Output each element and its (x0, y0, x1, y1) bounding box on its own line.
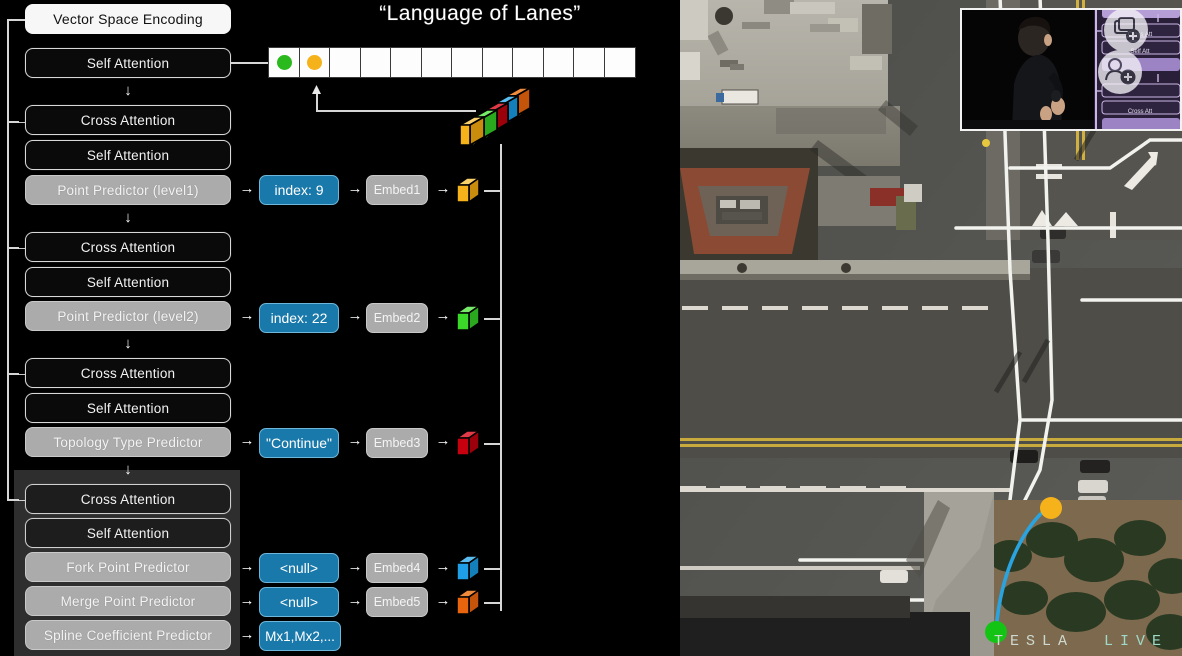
block-self-attention-2[interactable]: Self Attention (25, 140, 231, 170)
block-self-attention-0[interactable]: Self Attention (25, 48, 231, 78)
embedding-cube-orange (455, 588, 480, 615)
presenter-video-pip[interactable]: Cross Att Self Att Cross Att (960, 8, 1182, 131)
slide-root: “Language of Lanes” → → → → Vector Space… (0, 0, 1182, 656)
embedding-cube-red (455, 429, 480, 456)
embedding-token-stack (456, 86, 534, 146)
embed-pill-4[interactable]: Embed4 (366, 553, 428, 583)
block-cross-attention-10[interactable]: Cross Attention (25, 484, 231, 514)
token-cell-8[interactable] (512, 47, 544, 78)
embed-pill-1[interactable]: Embed1 (366, 175, 428, 205)
pill-to-embed-arrow-1-icon: → (347, 180, 363, 197)
cube-4-collector-line (484, 568, 501, 570)
embed-pill-5[interactable]: Embed5 (366, 587, 428, 617)
secondary-marker (982, 139, 990, 147)
pred-to-pill-arrow-4-icon: → (239, 558, 255, 575)
token-sequence-strip[interactable] (268, 47, 636, 78)
embed-to-cube-arrow-3-icon: → (435, 432, 451, 449)
output-pill-fork-null[interactable]: <null> (259, 553, 339, 583)
flow-arrow-down-1-icon: ↓ (124, 82, 132, 99)
embedding-cube-yellow (455, 176, 480, 203)
cube-collector-bus (500, 160, 502, 611)
pred-to-pill-arrow-6-icon: → (239, 626, 255, 643)
block-self-attention-5[interactable]: Self Attention (25, 267, 231, 297)
block-fork-point-predictor[interactable]: Fork Point Predictor (25, 552, 231, 582)
block-point-predictor-level2[interactable]: Point Predictor (level2) (25, 301, 231, 331)
selfattn-to-strip-line (230, 62, 270, 64)
embed-to-cube-arrow-2-icon: → (435, 307, 451, 324)
stack-to-strip-vertical (316, 92, 318, 112)
pill-to-embed-arrow-3-icon: → (347, 432, 363, 449)
embed-pill-2[interactable]: Embed2 (366, 303, 428, 333)
embedding-cube-green (455, 304, 480, 331)
stack-tail-line (500, 144, 502, 160)
embed-to-cube-arrow-4-icon: → (435, 558, 451, 575)
block-self-attention-11[interactable]: Self Attention (25, 518, 231, 548)
presenter-video-frame: Cross Att Self Att Cross Att (962, 10, 1180, 129)
block-topology-type-predictor[interactable]: Topology Type Predictor (25, 427, 231, 457)
embed-to-cube-arrow-1-icon: → (435, 180, 451, 197)
cube-2-collector-line (484, 318, 501, 320)
lane-end-marker (1040, 497, 1062, 519)
pred-to-pill-arrow-3-icon: → (239, 432, 255, 449)
output-pill-merge-null[interactable]: <null> (259, 587, 339, 617)
pill-to-embed-arrow-2-icon: → (347, 307, 363, 324)
architecture-diagram: “Language of Lanes” → → → → Vector Space… (0, 0, 680, 656)
output-pill-spline-coefficients[interactable]: Mx1,Mx2,... (259, 621, 341, 651)
token-cell-6[interactable] (451, 47, 483, 78)
token-cell-11[interactable] (603, 47, 636, 78)
block-point-predictor-level1[interactable]: Point Predictor (level1) (25, 175, 231, 205)
output-pill-index-9[interactable]: index: 9 (259, 175, 339, 205)
token-cell-10[interactable] (573, 47, 605, 78)
pred-to-pill-arrow-5-icon: → (239, 592, 255, 609)
token-dot-green (276, 55, 292, 70)
token-cell-4[interactable] (390, 47, 422, 78)
token-cell-0[interactable] (268, 47, 300, 78)
token-cell-3[interactable] (359, 47, 392, 78)
block-cross-attention-7[interactable]: Cross Attention (25, 358, 231, 388)
flow-arrow-down-2-icon: ↓ (124, 209, 132, 226)
token-cell-7[interactable] (481, 47, 514, 78)
flow-arrow-down-3-icon: ↓ (124, 335, 132, 352)
output-pill-index-22[interactable]: index: 22 (259, 303, 339, 333)
block-merge-point-predictor[interactable]: Merge Point Predictor (25, 586, 231, 616)
token-cell-9[interactable] (542, 47, 575, 78)
pill-to-embed-arrow-4-icon: → (347, 558, 363, 575)
flow-arrow-down-4-icon: ↓ (124, 461, 132, 478)
watermark-live: LIVE (1103, 633, 1168, 650)
block-spline-coefficient-predictor[interactable]: Spline Coefficient Predictor (25, 620, 231, 650)
cube-5-collector-line (484, 602, 501, 604)
watermark-brand: TESLA (993, 633, 1074, 650)
token-dot-orange (307, 55, 322, 70)
embed-to-cube-arrow-5-icon: → (435, 592, 451, 609)
embedding-cube-blue (455, 554, 480, 581)
strip-input-arrow-icon (312, 85, 321, 94)
feedback-bus-vertical (7, 19, 9, 500)
cube-3-collector-line (484, 443, 501, 445)
token-cell-5[interactable] (420, 47, 453, 78)
pred-to-pill-arrow-1-icon: → (239, 180, 255, 197)
block-self-attention-8[interactable]: Self Attention (25, 393, 231, 423)
token-cell-1[interactable] (298, 47, 331, 78)
pill-to-embed-arrow-5-icon: → (347, 592, 363, 609)
page-title: “Language of Lanes” (379, 2, 581, 25)
stack-to-strip-horizontal (316, 110, 476, 112)
token-cell-2[interactable] (329, 47, 361, 78)
output-pill-continue[interactable]: "Continue" (259, 428, 339, 458)
block-cross-attention-1[interactable]: Cross Attention (25, 105, 231, 135)
block-cross-attention-4[interactable]: Cross Attention (25, 232, 231, 262)
pred-to-pill-arrow-2-icon: → (239, 307, 255, 324)
cube-1-collector-line (484, 190, 501, 192)
vector-space-encoding-box[interactable]: Vector Space Encoding (25, 4, 231, 34)
embed-pill-3[interactable]: Embed3 (366, 428, 428, 458)
svg-text:Cross Att: Cross Att (1128, 109, 1153, 115)
tesla-live-watermark: TESLA LIVE (994, 633, 1168, 650)
